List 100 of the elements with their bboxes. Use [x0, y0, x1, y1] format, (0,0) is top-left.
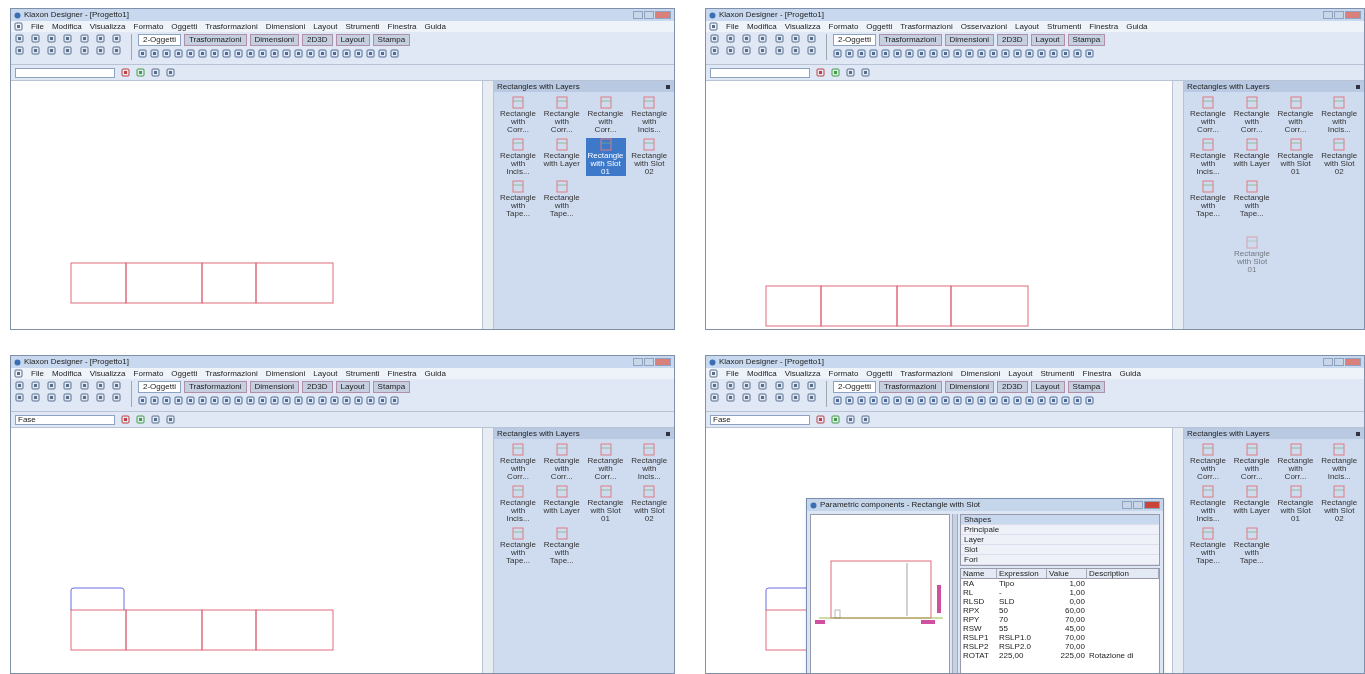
palette-item[interactable]: Rectangle with Tape...: [498, 180, 538, 218]
palette-item[interactable]: Rectangle with Incis...: [629, 96, 670, 134]
drawing-canvas[interactable]: [706, 428, 1172, 673]
vertical-scrollbar[interactable]: [1172, 81, 1184, 329]
phase-dropdown[interactable]: [15, 67, 115, 78]
menu-item[interactable]: Strumenti: [345, 21, 380, 32]
palette-item[interactable]: Rectangle with Tape...: [1231, 527, 1272, 565]
palette-item[interactable]: Rectangle with Incis...: [1188, 138, 1228, 176]
palette-item[interactable]: Rectangle with Tape...: [1231, 180, 1272, 218]
palette-item[interactable]: Rectangle with Corr...: [585, 96, 626, 134]
palette-item[interactable]: Rectangle with Tape...: [1188, 180, 1228, 218]
menu-item[interactable]: Oggetti: [171, 368, 198, 379]
vertical-scrollbar[interactable]: [1172, 428, 1184, 673]
menu-item[interactable]: Layout: [1015, 21, 1040, 32]
menu-item[interactable]: Guida: [424, 368, 446, 379]
phase-dropdown[interactable]: [710, 67, 810, 78]
toolbar-tab[interactable]: 2-Oggetti: [138, 34, 181, 46]
menu-item[interactable]: Modifica: [51, 21, 82, 32]
palette-item[interactable]: Rectangle with Slot 01: [585, 138, 626, 176]
palette-item[interactable]: Rectangle with Corr...: [1188, 443, 1228, 481]
menu-item[interactable]: Modifica: [746, 368, 777, 379]
menu-item[interactable]: Visualizza: [784, 21, 821, 32]
toolbar-tab[interactable]: Layout: [1030, 34, 1065, 46]
shape-list-item[interactable]: Principale: [961, 525, 1159, 535]
menu-item[interactable]: Strumenti: [345, 368, 380, 379]
shape-list-item[interactable]: Layer: [961, 535, 1159, 545]
pin-icon[interactable]: [1355, 430, 1361, 437]
menu-item[interactable]: Finestra: [1089, 21, 1119, 32]
toolbar-tab[interactable]: Stampa: [372, 34, 411, 46]
menu-item[interactable]: Visualizza: [784, 368, 821, 379]
phase-dropdown[interactable]: Fase: [710, 414, 810, 425]
palette-item[interactable]: Rectangle with Layer: [1231, 138, 1272, 176]
pin-icon[interactable]: [1355, 83, 1361, 90]
toolbar-tab[interactable]: Layout: [1030, 381, 1065, 393]
toolbar-tab[interactable]: Trasformazioni: [878, 34, 942, 46]
menu-item[interactable]: Formato: [828, 368, 859, 379]
palette-item[interactable]: Rectangle with Slot 02: [629, 138, 670, 176]
menu-item[interactable]: Visualizza: [89, 368, 126, 379]
menu-item[interactable]: Dimensioni: [960, 368, 1001, 379]
menu-item[interactable]: File: [726, 21, 739, 32]
palette-item[interactable]: Rectangle with Slot 02: [629, 485, 670, 523]
toolbar-tab[interactable]: 2D3D: [997, 34, 1028, 46]
toolbar-tab[interactable]: Trasformazioni: [878, 381, 942, 393]
palette-item[interactable]: Rectangle with Corr...: [541, 443, 582, 481]
menu-item[interactable]: Trasformazioni: [205, 21, 258, 32]
menu-item[interactable]: File: [31, 21, 44, 32]
palette-item[interactable]: Rectangle with Slot 02: [1319, 138, 1360, 176]
palette-item[interactable]: Rectangle with Corr...: [1188, 96, 1228, 134]
menu-item[interactable]: Formato: [133, 21, 164, 32]
menu-item[interactable]: Guida: [1126, 21, 1148, 32]
palette-item[interactable]: Rectangle with Tape...: [541, 180, 582, 218]
menu-item[interactable]: Trasformazioni: [205, 368, 258, 379]
menu-item[interactable]: Dimensioni: [265, 21, 306, 32]
menu-item[interactable]: Oggetti: [866, 21, 893, 32]
palette-item[interactable]: Rectangle with Corr...: [498, 443, 538, 481]
shape-list-item[interactable]: Fori: [961, 555, 1159, 565]
toolbar-tab[interactable]: 2-Oggetti: [138, 381, 181, 393]
vertical-scrollbar[interactable]: [482, 428, 494, 673]
document-icon[interactable]: [14, 369, 23, 378]
menu-item[interactable]: File: [726, 368, 739, 379]
menu-item[interactable]: Oggetti: [171, 21, 198, 32]
menu-item[interactable]: Layout: [313, 368, 338, 379]
toolbar-tab[interactable]: Layout: [335, 381, 370, 393]
toolbar-tab[interactable]: 2-Oggetti: [833, 34, 876, 46]
vertical-scrollbar[interactable]: [482, 81, 494, 329]
menu-item[interactable]: Osservazioni: [960, 21, 1007, 32]
toolbar-tab[interactable]: 2D3D: [302, 381, 333, 393]
menu-item[interactable]: Layout: [1008, 368, 1033, 379]
menu-item[interactable]: File: [31, 368, 44, 379]
column-header[interactable]: Value: [1047, 569, 1087, 578]
menu-item[interactable]: Finestra: [387, 21, 417, 32]
toolbar-tab[interactable]: 2-Oggetti: [833, 381, 876, 393]
toolbar-tab[interactable]: Stampa: [1067, 381, 1106, 393]
palette-item[interactable]: Rectangle with Tape...: [541, 527, 582, 565]
toolbar-tab[interactable]: Stampa: [1067, 34, 1106, 46]
menu-item[interactable]: Guida: [424, 21, 446, 32]
menu-item[interactable]: Trasformazioni: [900, 368, 953, 379]
menu-item[interactable]: Trasformazioni: [900, 21, 953, 32]
menu-item[interactable]: Strumenti: [1047, 21, 1082, 32]
palette-item[interactable]: Rectangle with Incis...: [498, 485, 538, 523]
menu-item[interactable]: Strumenti: [1040, 368, 1075, 379]
toolbar-tab[interactable]: Trasformazioni: [183, 34, 247, 46]
toolbar-tab[interactable]: Layout: [335, 34, 370, 46]
palette-item[interactable]: Rectangle with Corr...: [1275, 443, 1316, 481]
toolbar-tab[interactable]: 2D3D: [302, 34, 333, 46]
palette-item[interactable]: Rectangle with Corr...: [1231, 443, 1272, 481]
menu-item[interactable]: Finestra: [387, 368, 417, 379]
menu-item[interactable]: Modifica: [51, 368, 82, 379]
palette-item[interactable]: Rectangle with Corr...: [1275, 96, 1316, 134]
menu-item[interactable]: Finestra: [1082, 368, 1112, 379]
menu-item[interactable]: Dimensioni: [265, 368, 306, 379]
column-header[interactable]: Description: [1087, 569, 1159, 578]
toolbar-tab[interactable]: Dimensioni: [249, 34, 300, 46]
menu-item[interactable]: Formato: [828, 21, 859, 32]
palette-item[interactable]: Rectangle with Tape...: [498, 527, 538, 565]
palette-item[interactable]: Rectangle with Slot 01: [1275, 138, 1316, 176]
palette-item[interactable]: Rectangle with Incis...: [498, 138, 538, 176]
palette-item[interactable]: Rectangle with Layer: [541, 138, 582, 176]
toolbar-tab[interactable]: Dimensioni: [944, 381, 995, 393]
palette-item[interactable]: Rectangle with Incis...: [1319, 96, 1360, 134]
